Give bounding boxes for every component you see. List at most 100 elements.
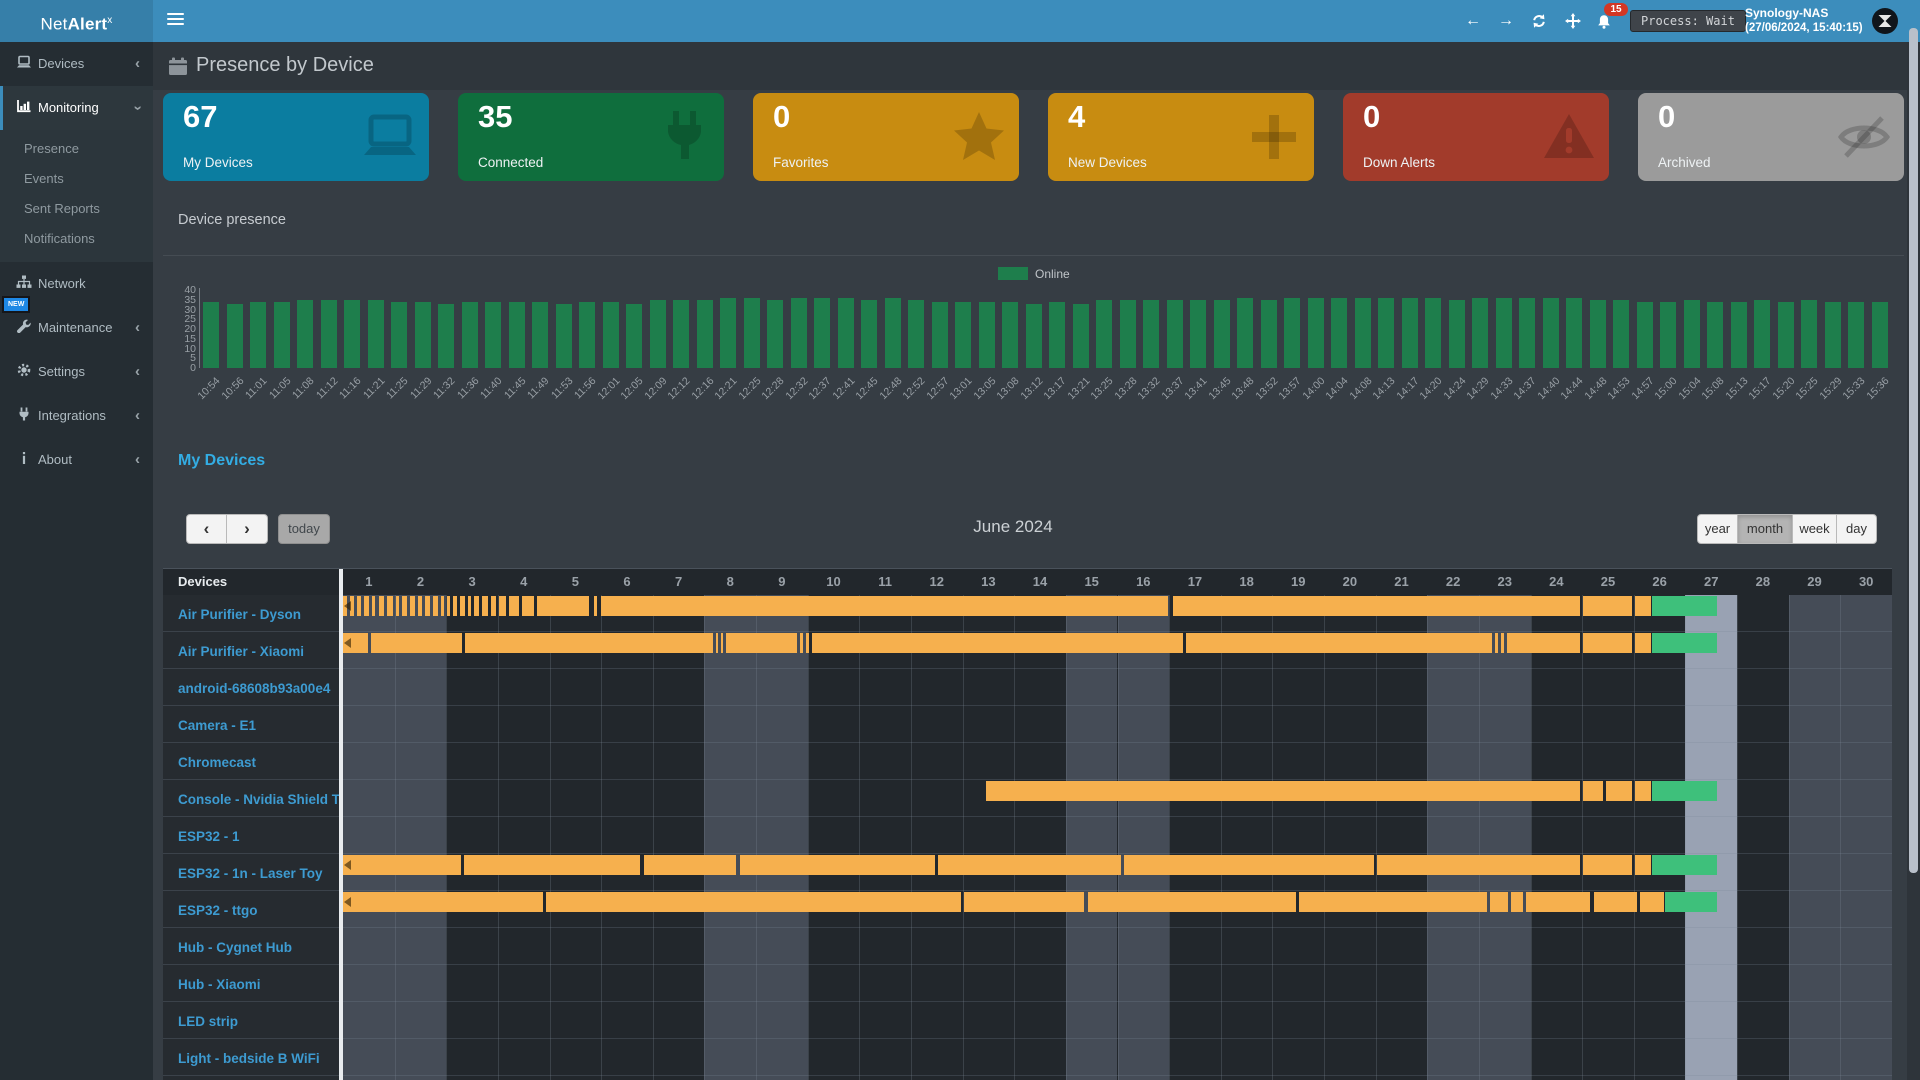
device-name-led-strip[interactable]: LED strip (163, 1002, 339, 1039)
sidebar-item-monitoring[interactable]: Monitoring‹ (0, 86, 153, 130)
presence-event[interactable] (387, 596, 392, 616)
notification-badge[interactable]: 15 (1604, 3, 1628, 16)
sidebar-subitem-events[interactable]: Events (0, 164, 153, 194)
presence-event[interactable] (800, 633, 802, 653)
sidebar-item-settings[interactable]: Settings‹ (0, 350, 153, 394)
device-name-console-nvidia-shield-t[interactable]: Console - Nvidia Shield T (163, 780, 339, 817)
presence-event[interactable] (343, 892, 543, 912)
presence-event[interactable] (1635, 855, 1651, 875)
device-name-esp32-1n-laser-toy[interactable]: ESP32 - 1n - Laser Toy (163, 854, 339, 891)
presence-event[interactable] (986, 781, 1580, 801)
presence-event[interactable] (716, 633, 718, 653)
presence-event[interactable] (465, 633, 712, 653)
process-status[interactable]: Process: Wait (1630, 10, 1746, 32)
presence-event[interactable] (1635, 596, 1651, 616)
device-name-light-bedside-b-wifi[interactable]: Light - bedside B WiFi (163, 1039, 339, 1076)
presence-event[interactable] (1299, 892, 1487, 912)
device-name-hub-xiaomi[interactable]: Hub - Xiaomi (163, 965, 339, 1002)
presence-event[interactable] (1583, 596, 1632, 616)
presence-event[interactable] (433, 596, 438, 616)
presence-event[interactable] (1377, 855, 1580, 875)
presence-event[interactable] (425, 596, 430, 616)
bell-icon[interactable] (1596, 14, 1612, 30)
sidebar-subitem-sent-reports[interactable]: Sent Reports (0, 194, 153, 224)
card-new-devices[interactable]: 4New Devices (1048, 93, 1314, 181)
presence-event[interactable] (379, 596, 384, 616)
presence-event[interactable] (594, 596, 597, 616)
calendar-view-day-button[interactable]: day (1836, 514, 1877, 544)
sidebar-subitem-notifications[interactable]: Notifications (0, 224, 153, 254)
presence-event[interactable] (464, 855, 641, 875)
presence-event[interactable] (1583, 633, 1632, 653)
calendar-today-button[interactable]: today (278, 514, 330, 544)
presence-event[interactable] (1583, 781, 1603, 801)
presence-event[interactable] (1173, 596, 1580, 616)
presence-event[interactable] (1635, 633, 1651, 653)
presence-event[interactable] (468, 596, 471, 616)
presence-event[interactable] (740, 855, 935, 875)
calendar-view-week-button[interactable]: week (1792, 514, 1837, 544)
scrollbar-thumb[interactable] (1909, 28, 1918, 873)
card-my-devices[interactable]: 67My Devices (163, 93, 429, 181)
presence-event[interactable] (1124, 855, 1374, 875)
back-icon[interactable]: ← (1461, 0, 1485, 42)
presence-event[interactable] (396, 596, 399, 616)
presence-event[interactable] (1490, 892, 1508, 912)
sidebar-item-devices[interactable]: Devices‹ (0, 42, 153, 86)
presence-event[interactable] (371, 633, 462, 653)
presence-event[interactable] (482, 596, 487, 616)
presence-event[interactable] (1495, 633, 1497, 653)
presence-event[interactable] (364, 596, 369, 616)
card-archived[interactable]: 0Archived (1638, 93, 1904, 181)
online-now-event[interactable] (1652, 633, 1718, 653)
presence-event[interactable] (372, 596, 375, 616)
presence-event[interactable] (1635, 781, 1651, 801)
presence-event[interactable] (726, 633, 797, 653)
device-name-chromecast[interactable]: Chromecast (163, 743, 339, 780)
device-name-esp32-1[interactable]: ESP32 - 1 (163, 817, 339, 854)
presence-event[interactable] (441, 596, 444, 616)
card-down-alerts[interactable]: 0Down Alerts (1343, 93, 1609, 181)
user-avatar[interactable] (1872, 8, 1898, 34)
device-name-hub-cygnet-hub[interactable]: Hub - Cygnet Hub (163, 928, 339, 965)
presence-event[interactable] (938, 855, 1121, 875)
presence-event[interactable] (806, 633, 809, 653)
presence-event[interactable] (447, 596, 450, 616)
device-name-air-purifier-xiaomi[interactable]: Air Purifier - Xiaomi (163, 632, 339, 669)
sidebar-toggle-button[interactable] (167, 13, 185, 29)
presence-event[interactable] (1507, 633, 1580, 653)
presence-event[interactable] (1594, 892, 1637, 912)
presence-event[interactable] (1640, 892, 1664, 912)
presence-event[interactable] (601, 596, 1168, 616)
presence-event[interactable] (509, 596, 518, 616)
device-name-air-purifier-dyson[interactable]: Air Purifier - Dyson (163, 595, 339, 632)
presence-event[interactable] (460, 596, 465, 616)
presence-event[interactable] (402, 596, 407, 616)
sidebar-item-integrations[interactable]: Integrations‹ (0, 394, 153, 438)
presence-event[interactable] (499, 596, 506, 616)
presence-event[interactable] (721, 633, 723, 653)
app-logo[interactable]: NetAlertx (0, 0, 153, 42)
presence-event[interactable] (1088, 892, 1297, 912)
device-name-esp32-ttgo[interactable]: ESP32 - ttgo (163, 891, 339, 928)
presence-event[interactable] (1511, 892, 1523, 912)
chart-legend[interactable]: Online (998, 265, 1070, 279)
presence-event[interactable] (1186, 633, 1493, 653)
online-now-event[interactable] (1665, 892, 1718, 912)
presence-event[interactable] (537, 596, 589, 616)
move-icon[interactable] (1565, 13, 1581, 29)
device-name-android-68608b93a00e4[interactable]: android-68608b93a00e4 (163, 669, 339, 706)
presence-event[interactable] (453, 596, 456, 616)
device-name-camera-e1[interactable]: Camera - E1 (163, 706, 339, 743)
presence-event[interactable] (474, 596, 479, 616)
refresh-icon[interactable] (1531, 13, 1547, 29)
presence-event[interactable] (410, 596, 415, 616)
my-devices-title[interactable]: My Devices (178, 452, 265, 470)
card-favorites[interactable]: 0Favorites (753, 93, 1019, 181)
presence-event[interactable] (418, 596, 421, 616)
online-now-event[interactable] (1652, 781, 1718, 801)
presence-event[interactable] (357, 596, 360, 616)
card-connected[interactable]: 35Connected (458, 93, 724, 181)
presence-event[interactable] (491, 596, 496, 616)
online-now-event[interactable] (1652, 855, 1718, 875)
